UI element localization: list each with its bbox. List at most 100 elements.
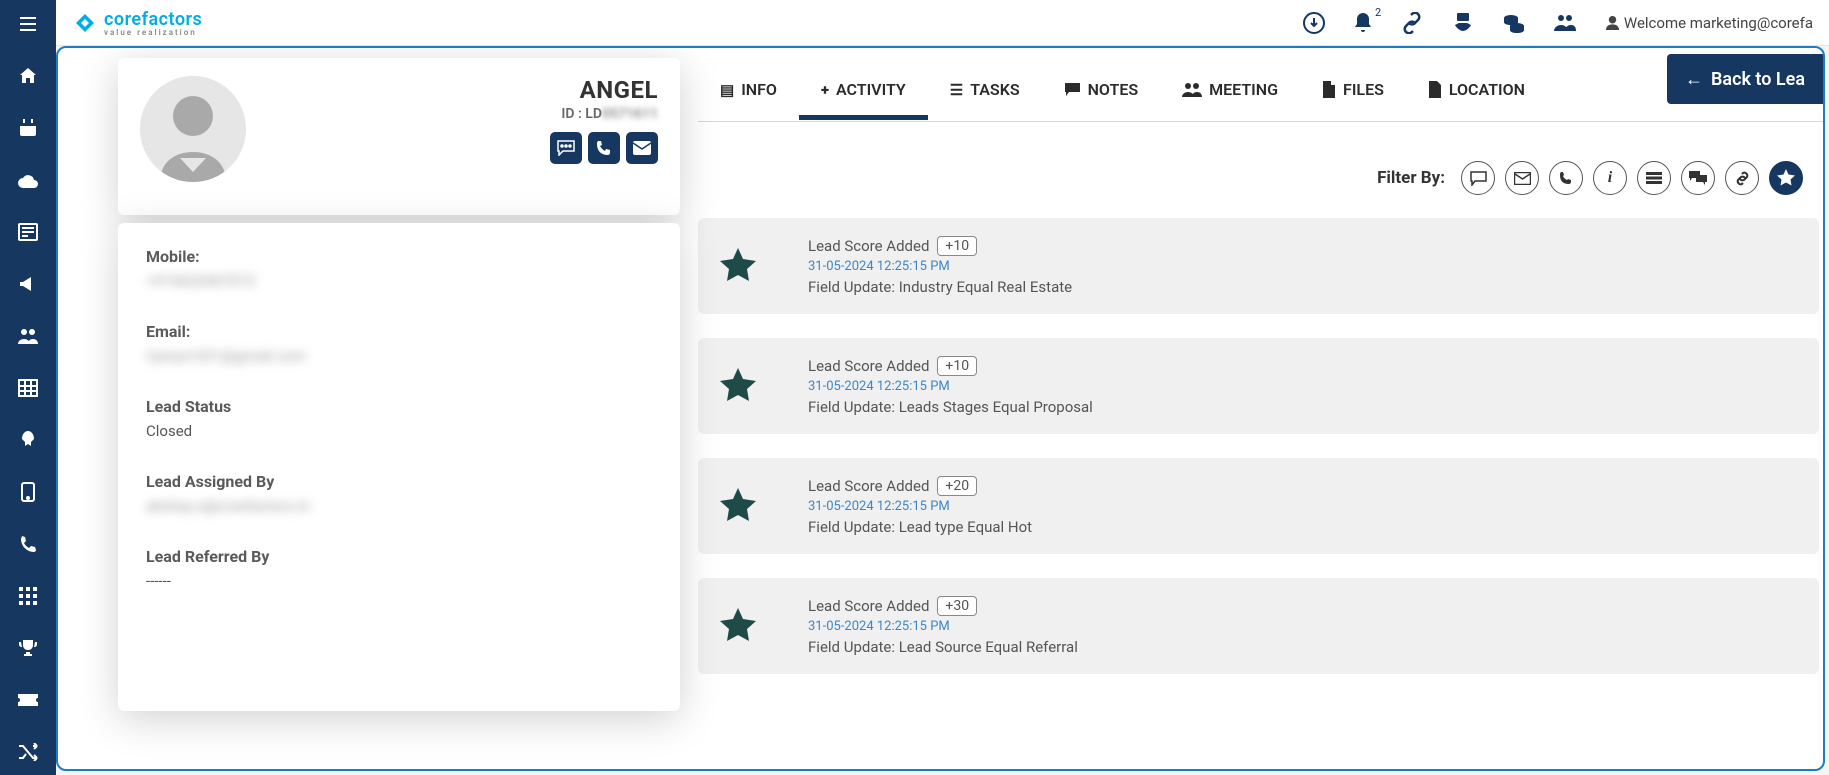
logo-mark-icon bbox=[72, 10, 98, 36]
tab-notes[interactable]: NOTES bbox=[1042, 60, 1161, 119]
feed-title: Lead Score Added bbox=[808, 357, 929, 375]
nav-users-icon[interactable] bbox=[12, 320, 44, 352]
nav-ticket-icon[interactable] bbox=[12, 684, 44, 716]
nav-news-icon[interactable] bbox=[12, 216, 44, 248]
hand-icon[interactable] bbox=[1451, 11, 1475, 35]
nav-phone-icon[interactable] bbox=[12, 528, 44, 560]
plus-icon: + bbox=[821, 81, 829, 99]
tab-files[interactable]: FILES bbox=[1300, 60, 1406, 119]
feed-desc: Field Update: Industry Equal Real Estate bbox=[808, 278, 1801, 296]
tasks-icon: ☰ bbox=[950, 81, 963, 99]
nav-rocket-icon[interactable] bbox=[12, 424, 44, 456]
filter-star-icon[interactable] bbox=[1769, 161, 1803, 195]
nav-cloud-icon[interactable] bbox=[12, 164, 44, 196]
feed-badge: +10 bbox=[937, 236, 977, 256]
tab-tasks[interactable]: ☰TASKS bbox=[928, 60, 1042, 119]
mobile-value: +919620407072 bbox=[146, 272, 652, 290]
tab-meeting[interactable]: MEETING bbox=[1160, 60, 1300, 119]
feed-desc: Field Update: Lead type Equal Hot bbox=[808, 518, 1801, 536]
chat-button[interactable] bbox=[550, 132, 582, 164]
nav-table-icon[interactable] bbox=[12, 372, 44, 404]
tabs-row: ▤INFO +ACTIVITY ☰TASKS NOTES MEETING FIL… bbox=[698, 58, 1823, 122]
feed-item: Lead Score Added +20 31-05-2024 12:25:15 … bbox=[698, 458, 1819, 554]
details-card: Mobile: +919620407072 Email: Cpriya1031@… bbox=[118, 223, 680, 711]
feed-desc: Field Update: Leads Stages Equal Proposa… bbox=[808, 398, 1801, 416]
logo-text: corefactors bbox=[104, 9, 202, 30]
link-icon[interactable] bbox=[1401, 12, 1423, 34]
avatar bbox=[140, 76, 246, 182]
side-nav bbox=[0, 0, 56, 775]
nav-bullhorn-icon[interactable] bbox=[12, 268, 44, 300]
email-value: Cpriya1031@gmail.com bbox=[146, 347, 652, 365]
profile-card: ANGEL ID : LD0571611 bbox=[118, 58, 680, 215]
notification-count: 2 bbox=[1375, 6, 1381, 19]
arrow-left-icon: ← bbox=[1685, 69, 1703, 90]
nav-trophy-icon[interactable] bbox=[12, 632, 44, 664]
assigned-by-label: Lead Assigned By bbox=[146, 472, 652, 491]
star-icon bbox=[720, 368, 756, 404]
lead-status-value: Closed bbox=[146, 422, 652, 440]
location-icon bbox=[1428, 81, 1442, 98]
filter-email-icon[interactable] bbox=[1505, 161, 1539, 195]
meeting-icon bbox=[1182, 82, 1202, 98]
nav-grid-icon[interactable] bbox=[12, 580, 44, 612]
nav-calendar-icon[interactable] bbox=[12, 112, 44, 144]
profile-id: ID : LD0571611 bbox=[550, 106, 658, 122]
top-bar: corefactors value realization 2 Welcome … bbox=[56, 0, 1829, 46]
email-button[interactable] bbox=[626, 132, 658, 164]
tab-location[interactable]: LOCATION bbox=[1406, 60, 1547, 119]
feed-timestamp: 31-05-2024 12:25:15 PM bbox=[808, 259, 1801, 274]
nav-mobile-icon[interactable] bbox=[12, 476, 44, 508]
tab-info[interactable]: ▤INFO bbox=[698, 60, 799, 119]
tab-activity[interactable]: +ACTIVITY bbox=[799, 60, 928, 119]
assigned-by-value: akshay.s@corefactors.in bbox=[146, 497, 652, 515]
email-label: Email: bbox=[146, 322, 652, 341]
filter-chat-icon[interactable] bbox=[1461, 161, 1495, 195]
feed-timestamp: 31-05-2024 12:25:15 PM bbox=[808, 619, 1801, 634]
call-button[interactable] bbox=[588, 132, 620, 164]
star-icon bbox=[720, 488, 756, 524]
referred-by-label: Lead Referred By bbox=[146, 547, 652, 566]
filter-call-icon[interactable] bbox=[1549, 161, 1583, 195]
nav-shuffle-icon[interactable] bbox=[12, 736, 44, 768]
activity-feed: Lead Score Added +10 31-05-2024 12:25:15 … bbox=[698, 218, 1823, 769]
feed-item: Lead Score Added +10 31-05-2024 12:25:15 … bbox=[698, 218, 1819, 314]
feed-badge: +30 bbox=[937, 596, 977, 616]
group-icon[interactable] bbox=[1553, 13, 1577, 33]
feed-title: Lead Score Added bbox=[808, 237, 929, 255]
filter-label: Filter By: bbox=[1377, 168, 1445, 188]
filter-row: Filter By: i bbox=[698, 156, 1803, 200]
files-icon bbox=[1322, 81, 1336, 98]
feed-title: Lead Score Added bbox=[808, 597, 929, 615]
filter-link-icon[interactable] bbox=[1725, 161, 1759, 195]
feed-item: Lead Score Added +30 31-05-2024 12:25:15 … bbox=[698, 578, 1819, 674]
nav-menu-icon[interactable] bbox=[12, 8, 44, 40]
notification-bell-icon[interactable]: 2 bbox=[1353, 12, 1373, 34]
main-container: ANGEL ID : LD0571611 Mobile: +9196204070… bbox=[56, 46, 1825, 771]
logo[interactable]: corefactors value realization bbox=[72, 9, 202, 37]
referred-by-value: ------ bbox=[146, 572, 652, 590]
info-list-icon: ▤ bbox=[720, 81, 734, 99]
star-icon bbox=[720, 608, 756, 644]
nav-home-icon[interactable] bbox=[12, 60, 44, 92]
filter-form-icon[interactable] bbox=[1637, 161, 1671, 195]
back-to-leads-button[interactable]: ← Back to Lea bbox=[1667, 54, 1823, 104]
feed-badge: +10 bbox=[937, 356, 977, 376]
feed-title: Lead Score Added bbox=[808, 477, 929, 495]
feed-timestamp: 31-05-2024 12:25:15 PM bbox=[808, 499, 1801, 514]
filter-info-icon[interactable]: i bbox=[1593, 161, 1627, 195]
download-icon[interactable] bbox=[1303, 12, 1325, 34]
feed-item: Lead Score Added +10 31-05-2024 12:25:15 … bbox=[698, 338, 1819, 434]
filter-comment-icon[interactable] bbox=[1681, 161, 1715, 195]
mobile-label: Mobile: bbox=[146, 247, 652, 266]
welcome-text: Welcome marketing@corefa bbox=[1605, 14, 1813, 32]
feed-desc: Field Update: Lead Source Equal Referral bbox=[808, 638, 1801, 656]
logo-subtext: value realization bbox=[104, 28, 202, 37]
feed-timestamp: 31-05-2024 12:25:15 PM bbox=[808, 379, 1801, 394]
feed-badge: +20 bbox=[937, 476, 977, 496]
star-icon bbox=[720, 248, 756, 284]
profile-name: ANGEL bbox=[550, 76, 658, 104]
coins-icon[interactable] bbox=[1503, 12, 1525, 34]
user-icon bbox=[1605, 15, 1620, 30]
notes-icon bbox=[1064, 82, 1081, 97]
